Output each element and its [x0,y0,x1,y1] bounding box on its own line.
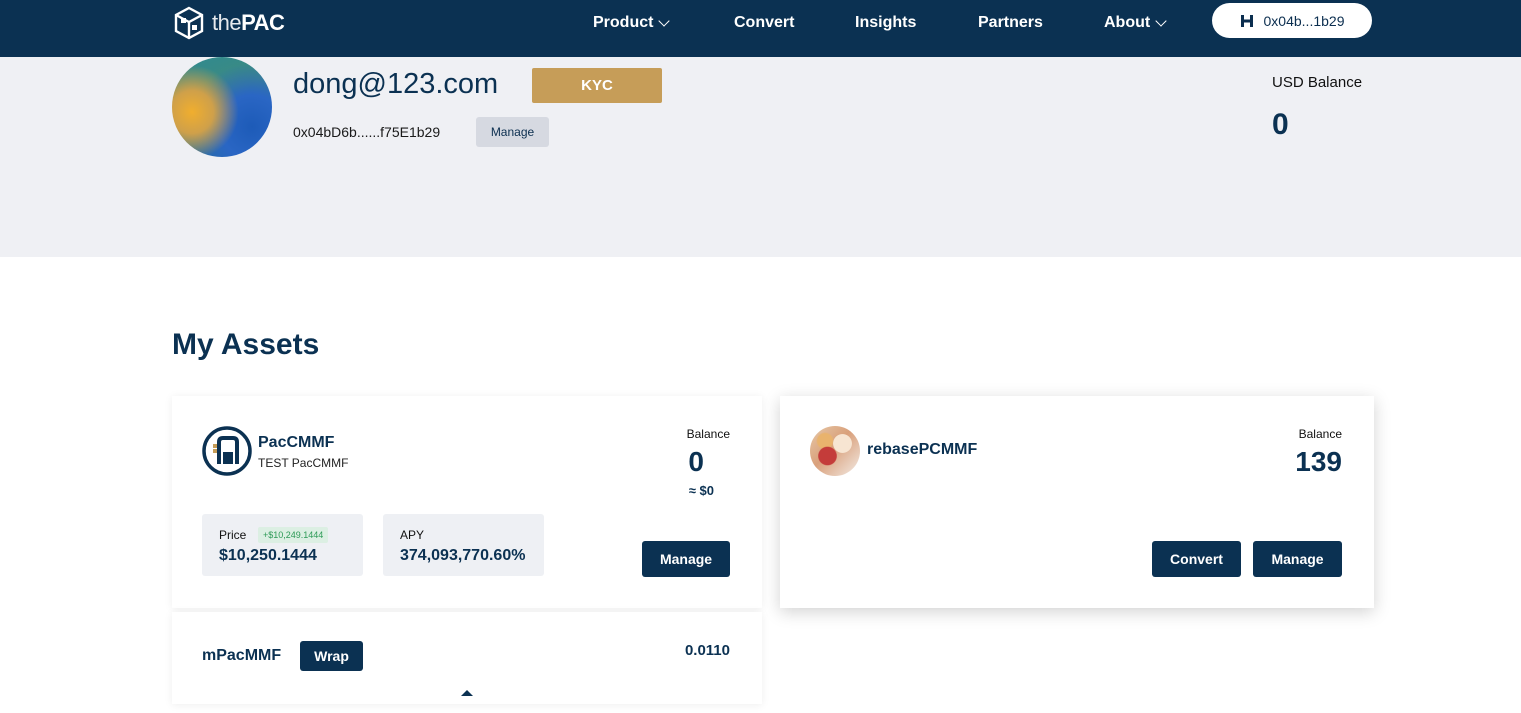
asset-card-mpacmmf: mPacMMF Wrap 0.0110 [172,612,762,704]
manage-wallet-button[interactable]: Manage [476,117,549,147]
paccmmf-balance-value: 0 [688,446,704,477]
chevron-down-icon [1155,15,1167,27]
asset-card-rebasepcmmf: rebasePCMMF Balance 139 Convert Manage [780,396,1374,608]
paccmmf-subtitle: TEST PacCMMF [258,456,349,470]
avatar [172,57,272,157]
mpacmmf-value: 0.0110 [684,642,730,659]
rebasepcmmf-convert-button[interactable]: Convert [1152,541,1241,577]
apy-value: 374,093,770.60% [400,547,526,564]
collapse-caret-icon[interactable] [461,690,473,696]
apy-stat: APY 374,093,770.60% [383,514,544,576]
kyc-badge[interactable]: KYC [532,68,662,103]
price-stat: Price +$10,249.1444 $10,250.1444 [202,514,363,576]
rebasepcmmf-balance-value: 139 [1295,446,1342,477]
nav-convert[interactable]: Convert [734,12,794,34]
price-value: $10,250.1444 [219,547,317,564]
paccmmf-name: PacCMMF [258,434,335,451]
hashpack-icon [1240,14,1253,27]
wrap-button[interactable]: Wrap [300,641,363,671]
rebasepcmmf-manage-button[interactable]: Manage [1253,541,1342,577]
mpacmmf-name: mPacMMF [202,647,282,664]
logo-pac: PAC [241,10,285,35]
wallet-address: 0x04bD6b......f75E1b29 [293,124,441,140]
wallet-address-label: 0x04b...1b29 [1263,12,1345,29]
usd-balance-label: USD Balance [1272,74,1363,91]
nav-about-label: About [1104,14,1151,31]
wallet-connect-button[interactable]: 0x04b...1b29 [1212,3,1372,38]
nav-partners-label: Partners [978,14,1043,31]
nav-about[interactable]: About [1104,12,1167,34]
logo-the: the [212,10,242,35]
price-change-badge: +$10,249.1444 [258,527,329,543]
nav-partners[interactable]: Partners [978,12,1043,34]
apy-label: APY [400,528,425,542]
paccmmf-manage-button[interactable]: Manage [642,541,730,577]
nav-insights[interactable]: Insights [855,12,916,34]
nav-product-label: Product [593,14,654,31]
paccmmf-token-icon [202,426,252,476]
chevron-down-icon [658,15,671,27]
price-label: Price [219,528,247,542]
user-email: dong@123.com [293,68,499,100]
nav-insights-label: Insights [855,14,917,31]
asset-card-paccmmf: PacCMMF TEST PacCMMF Balance 0 ≈ $0 Pric… [172,396,762,608]
nav-convert-label: Convert [734,14,795,31]
paccmmf-balance-usd: ≈ $0 [688,483,714,498]
paccmmf-balance-label: Balance [686,427,730,441]
nav-product[interactable]: Product [593,12,671,34]
thepac-logo-icon [174,6,204,40]
rebasepcmmf-balance-label: Balance [1298,427,1342,441]
thepac-logo[interactable]: thePAC [172,6,285,40]
usd-balance-value: 0 [1272,108,1289,141]
top-navbar: thePAC Product Convert Insights Partners… [0,0,1521,57]
rebasepcmmf-token-icon [810,426,860,476]
my-assets-title: My Assets [172,328,320,361]
rebasepcmmf-name: rebasePCMMF [867,441,978,458]
